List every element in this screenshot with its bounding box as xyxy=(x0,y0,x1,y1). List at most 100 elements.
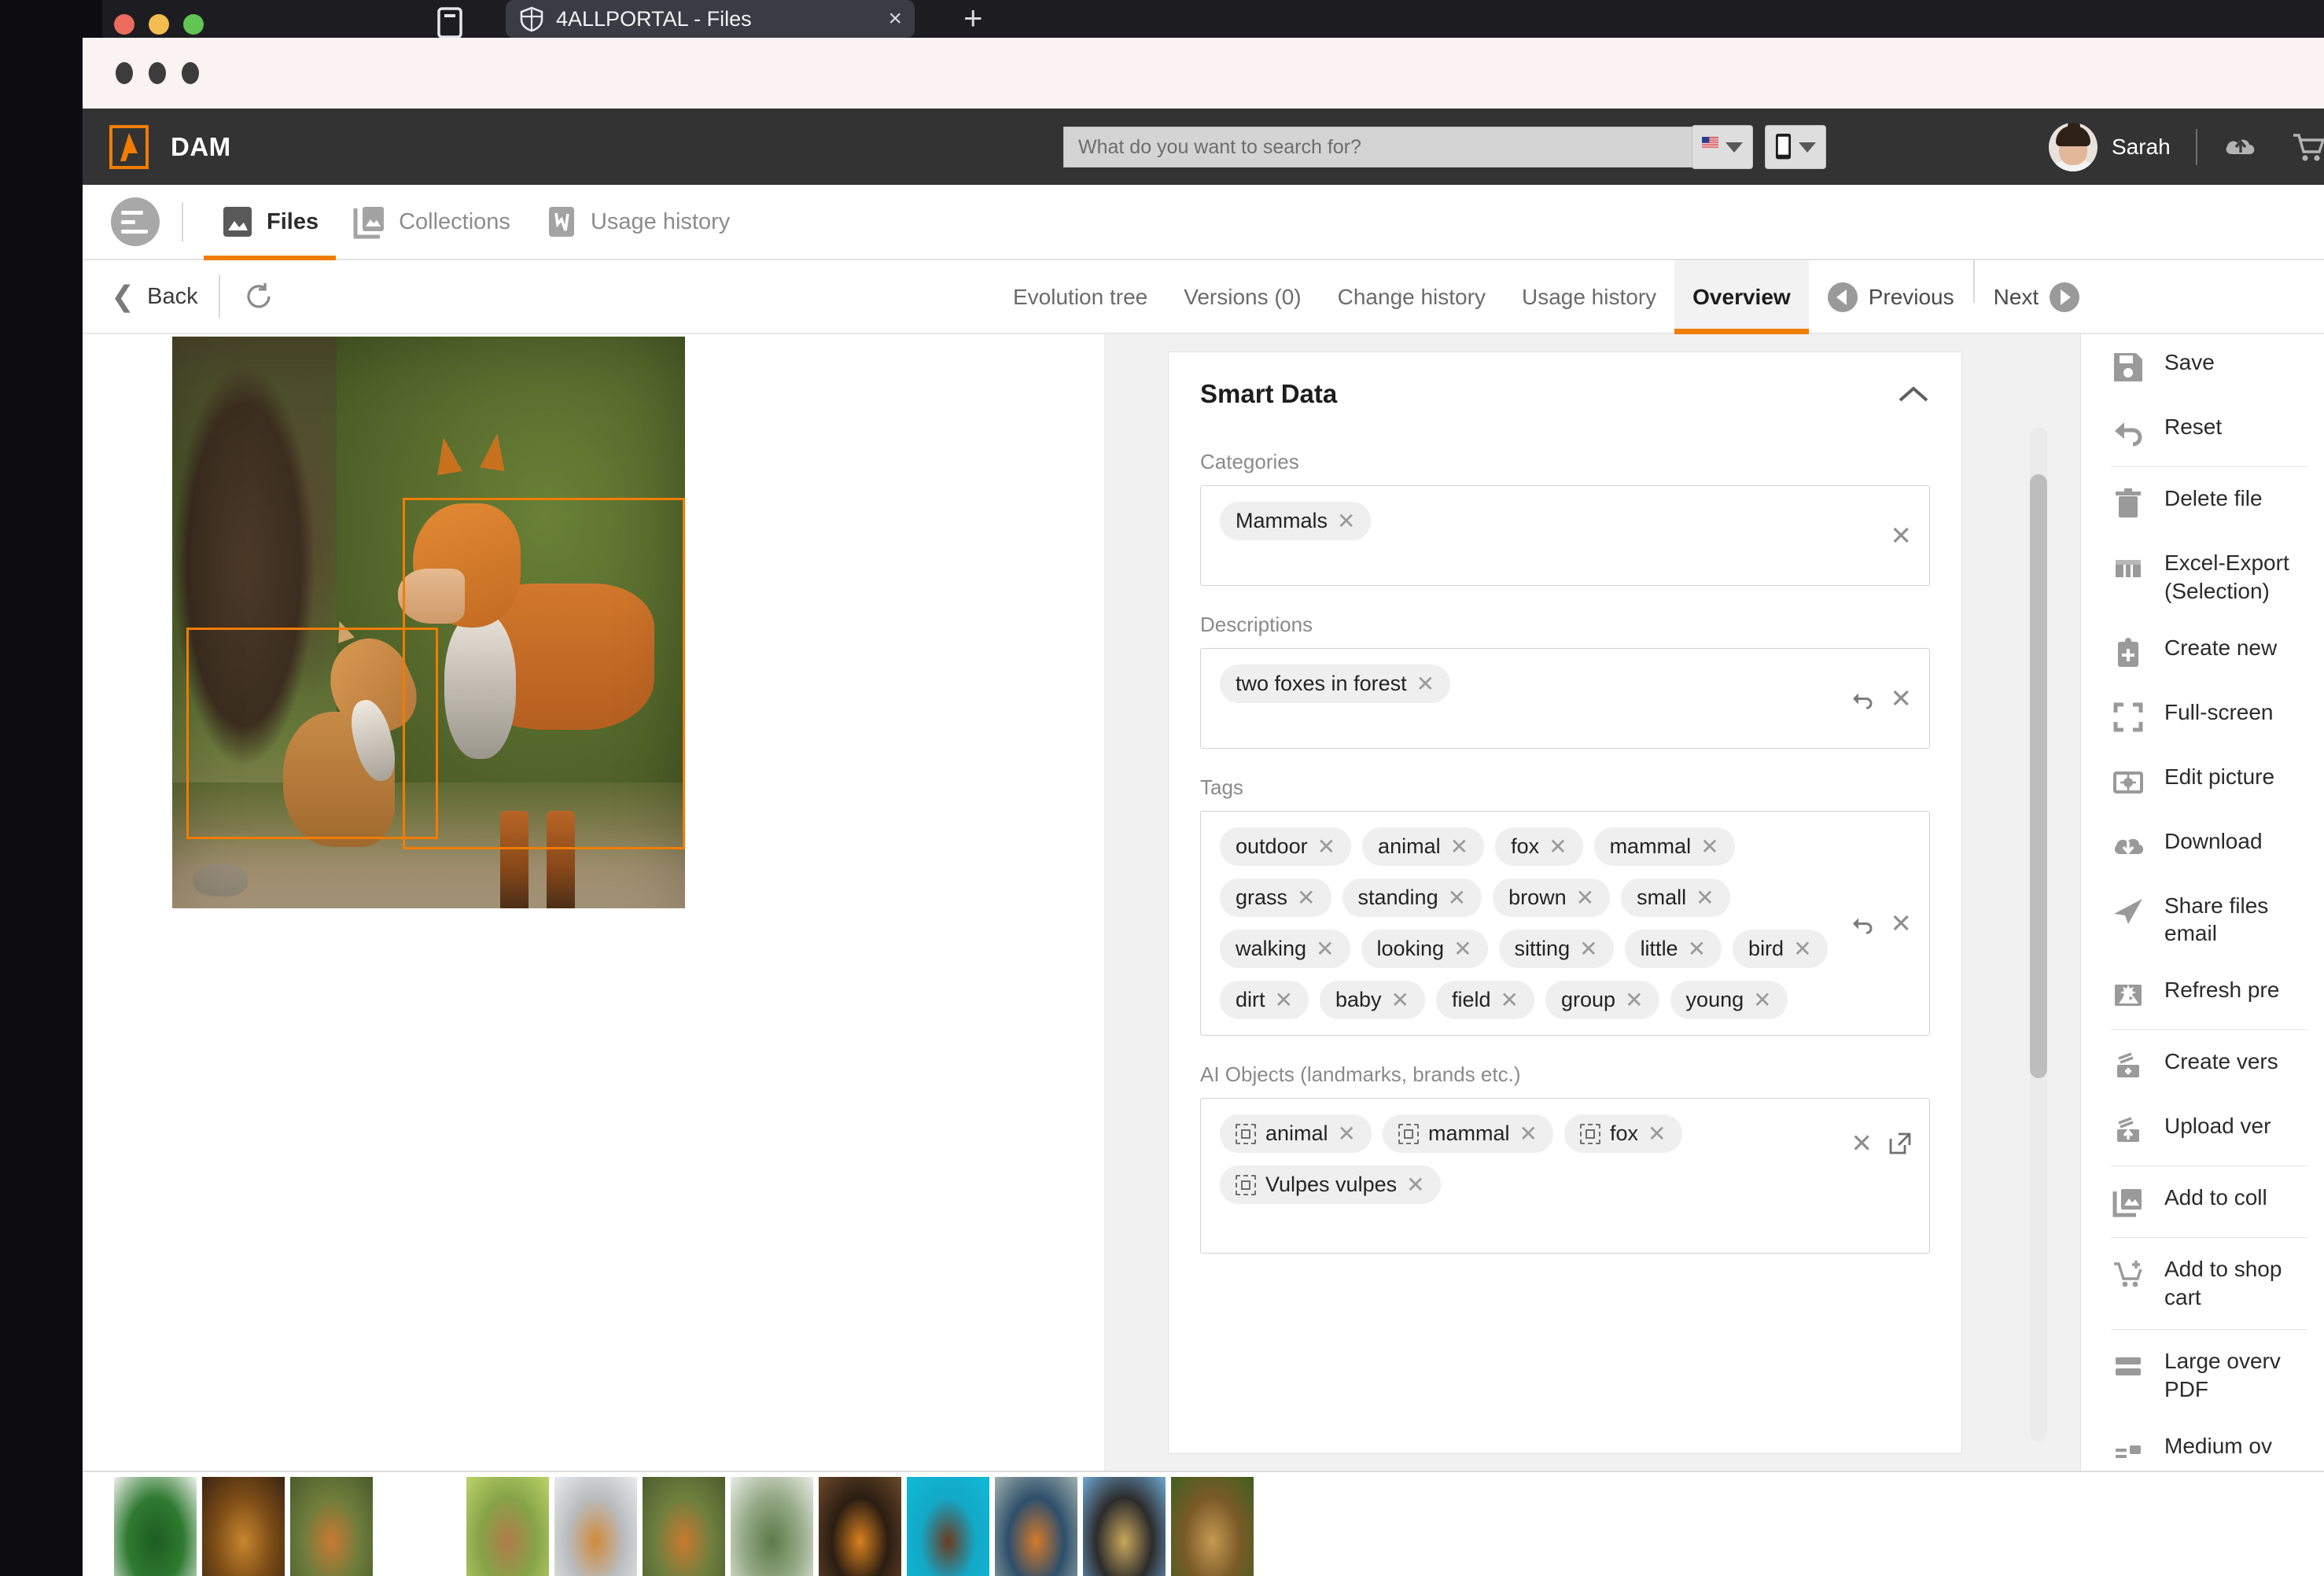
thumbnail-fox-pair-forest[interactable] xyxy=(290,1477,373,1576)
chip[interactable]: field ✕ xyxy=(1436,981,1535,1019)
remove-chip-icon[interactable]: ✕ xyxy=(1391,989,1409,1011)
chip[interactable]: Vulpes vulpes ✕ xyxy=(1220,1165,1441,1204)
thumbnail-zebras-savanna[interactable] xyxy=(1083,1477,1166,1576)
descriptions-field[interactable]: two foxes in forest ✕ ✕ xyxy=(1200,648,1930,749)
close-icon[interactable]: ✕ xyxy=(1890,686,1912,712)
remove-chip-icon[interactable]: ✕ xyxy=(1700,835,1718,858)
remove-chip-icon[interactable]: ✕ xyxy=(1501,989,1519,1011)
remove-chip-icon[interactable]: ✕ xyxy=(1297,886,1315,909)
nav-tab-files[interactable]: Files xyxy=(204,184,337,261)
remove-chip-icon[interactable]: ✕ xyxy=(1793,937,1811,960)
action-item-save[interactable]: Save xyxy=(2081,334,2308,399)
remove-chip-icon[interactable]: ✕ xyxy=(1753,989,1771,1011)
thumbnail-leopard[interactable] xyxy=(202,1477,285,1576)
close-icon[interactable]: ✕ xyxy=(1851,1130,1873,1156)
search-input[interactable] xyxy=(1063,127,1692,168)
undo-icon[interactable] xyxy=(1851,913,1874,934)
remove-chip-icon[interactable]: ✕ xyxy=(1696,886,1714,909)
tab-evolution-tree[interactable]: Evolution tree xyxy=(995,260,1166,334)
action-item-excel-export-selection[interactable]: Excel-Export (Selection) xyxy=(2081,535,2308,620)
remove-chip-icon[interactable]: ✕ xyxy=(1453,937,1471,960)
action-item-delete-file[interactable]: Delete file xyxy=(2081,470,2308,535)
remove-chip-icon[interactable]: ✕ xyxy=(1406,1173,1424,1196)
remove-chip-icon[interactable]: ✕ xyxy=(1316,937,1334,960)
categories-field[interactable]: Mammals ✕ ✕ xyxy=(1200,485,1930,586)
chip[interactable]: grass ✕ xyxy=(1220,878,1331,917)
thumbnail-filmstrip[interactable] xyxy=(83,1471,2324,1576)
remove-chip-icon[interactable]: ✕ xyxy=(1337,510,1355,532)
chip[interactable]: sitting ✕ xyxy=(1498,930,1614,968)
close-icon[interactable]: ✕ xyxy=(1890,523,1912,549)
chip[interactable]: mammal ✕ xyxy=(1383,1114,1553,1153)
thumbnail-chipmunk[interactable] xyxy=(378,1477,461,1576)
user-menu[interactable]: Sarah xyxy=(2049,123,2324,171)
chip[interactable]: Mammals ✕ xyxy=(1220,502,1372,540)
remove-chip-icon[interactable]: ✕ xyxy=(1275,989,1293,1011)
action-item-create-new[interactable]: Create new xyxy=(2081,620,2308,684)
thumbnail-sea-turtle[interactable] xyxy=(907,1477,989,1576)
device-select[interactable] xyxy=(1765,125,1826,169)
brand[interactable]: DAM xyxy=(109,124,231,169)
chip[interactable]: outdoor ✕ xyxy=(1220,827,1352,866)
action-item-refresh-pre[interactable]: Refresh pre xyxy=(2081,962,2308,1026)
chip[interactable]: small ✕ xyxy=(1621,878,1730,917)
chip[interactable]: standing ✕ xyxy=(1342,878,1482,917)
shopping-cart-icon[interactable] xyxy=(2290,129,2324,165)
next-button[interactable]: Next xyxy=(1975,260,2099,334)
chip[interactable]: group ✕ xyxy=(1545,981,1659,1019)
remove-chip-icon[interactable]: ✕ xyxy=(1576,886,1594,909)
chip[interactable]: fox ✕ xyxy=(1495,827,1583,866)
cloud-upload-icon[interactable] xyxy=(2223,129,2259,165)
action-item-large-overv-pdf[interactable]: Large overv PDF xyxy=(2081,1333,2308,1418)
action-item-full-screen[interactable]: Full-screen xyxy=(2081,684,2308,749)
tags-field[interactable]: outdoor ✕ animal ✕ fox ✕ mammal ✕ grass ✕ standing… xyxy=(1200,811,1930,1036)
ai-objects-field[interactable]: animal ✕ mammal ✕ fox ✕ Vulpes vulpes ✕ ✕ xyxy=(1200,1098,1930,1254)
chip[interactable]: looking ✕ xyxy=(1361,930,1488,968)
remove-chip-icon[interactable]: ✕ xyxy=(1450,835,1468,858)
remove-chip-icon[interactable]: ✕ xyxy=(1519,1122,1538,1145)
remove-chip-icon[interactable]: ✕ xyxy=(1338,1122,1356,1145)
external-link-icon[interactable] xyxy=(1888,1132,1912,1155)
new-tab-button[interactable]: + xyxy=(963,2,983,35)
maximize-window-button[interactable] xyxy=(183,14,204,35)
tab-change-history[interactable]: Change history xyxy=(1320,260,1504,334)
chip[interactable]: young ✕ xyxy=(1670,981,1788,1019)
chip[interactable]: bird ✕ xyxy=(1733,930,1828,968)
chip[interactable]: dirt ✕ xyxy=(1220,981,1309,1019)
thumbnail-fox-pair-grass[interactable] xyxy=(643,1477,725,1576)
thumbnail-fox-portrait-snow[interactable] xyxy=(554,1477,637,1576)
remove-chip-icon[interactable]: ✕ xyxy=(1549,835,1567,858)
remove-chip-icon[interactable]: ✕ xyxy=(1416,672,1435,695)
remove-chip-icon[interactable]: ✕ xyxy=(1579,937,1597,960)
nav-tab-collections[interactable]: Collections xyxy=(336,184,528,260)
tab-overview[interactable]: Overview xyxy=(1674,260,1809,334)
thumbnail-monstera-leaves[interactable] xyxy=(114,1477,197,1576)
remove-chip-icon[interactable]: ✕ xyxy=(1688,937,1706,960)
language-select[interactable] xyxy=(1692,125,1753,169)
action-item-share-files-email[interactable]: Share files email xyxy=(2081,878,2308,963)
thumbnail-lion-family[interactable] xyxy=(1171,1477,1254,1576)
chip[interactable]: brown ✕ xyxy=(1493,878,1611,917)
scrollbar-thumb[interactable] xyxy=(2030,474,2047,1078)
chip[interactable]: walking ✕ xyxy=(1220,930,1350,968)
thumbnail-pine-branch[interactable] xyxy=(731,1477,813,1576)
tab-usage-history[interactable]: Usage history xyxy=(1504,260,1674,334)
chip[interactable]: two foxes in forest ✕ xyxy=(1220,665,1451,703)
close-icon[interactable]: ✕ xyxy=(1890,911,1912,937)
action-item-upload-ver[interactable]: Upload ver xyxy=(2081,1098,2308,1162)
tab-versions[interactable]: Versions (0) xyxy=(1166,260,1319,334)
chip[interactable]: baby ✕ xyxy=(1319,981,1426,1019)
action-item-add-to-shop-cart[interactable]: Add to shop cart xyxy=(2081,1241,2308,1326)
thumbnail-deer-fawn[interactable] xyxy=(466,1477,549,1576)
remove-chip-icon[interactable]: ✕ xyxy=(1648,1122,1666,1145)
thumbnail-tiger-roaring[interactable] xyxy=(819,1477,901,1576)
chip[interactable]: mammal ✕ xyxy=(1593,827,1735,866)
global-search[interactable] xyxy=(1063,127,1692,168)
smart-data-scrollbar[interactable] xyxy=(2030,427,2047,1442)
remove-chip-icon[interactable]: ✕ xyxy=(1317,835,1335,858)
action-item-edit-picture[interactable]: Edit picture xyxy=(2081,749,2308,813)
close-icon[interactable]: × xyxy=(888,7,902,31)
remove-chip-icon[interactable]: ✕ xyxy=(1448,886,1466,909)
minimize-window-button[interactable] xyxy=(149,14,169,35)
chip[interactable]: little ✕ xyxy=(1624,930,1722,968)
